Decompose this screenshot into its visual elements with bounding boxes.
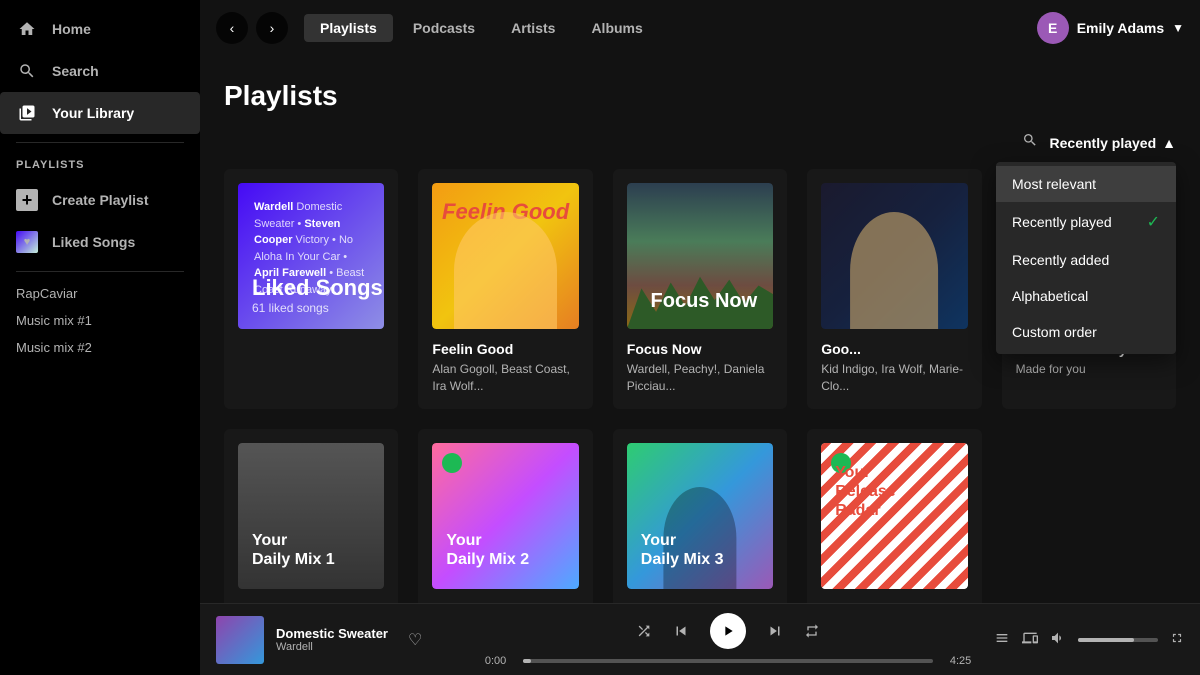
volume-button[interactable]	[1050, 630, 1066, 650]
sidebar-playlist-musicmix1[interactable]: Music mix #1	[0, 307, 200, 334]
playlist-card-daily-mix1[interactable]: YourDaily Mix 1 Daily Mix 1 Gene Evaro J…	[224, 429, 398, 603]
sidebar-playlist-musicmix2[interactable]: Music mix #2	[0, 334, 200, 361]
user-name: Emily Adams	[1077, 20, 1164, 36]
search-icon	[16, 60, 38, 82]
dropdown-item-recently-added[interactable]: Recently added	[996, 242, 1176, 278]
heart-icon: ♥	[16, 231, 38, 253]
playlist-card-release-radar[interactable]: YourReleaseRadar Release Radar Made for …	[807, 429, 981, 603]
playlist-card-feelin-good[interactable]: Feelin Good Feelin Good Alan Gogoll, Bea…	[418, 169, 592, 409]
tab-albums[interactable]: Albums	[575, 14, 658, 42]
filter-bar: Recently played ▲ Most relevant Recently…	[224, 132, 1176, 153]
sidebar-item-library[interactable]: Your Library	[0, 92, 200, 134]
daily-mix3-title: Daily Mix 3	[627, 601, 773, 603]
daily-mix3-img-text: YourDaily Mix 3	[641, 531, 724, 569]
nav-tabs: Playlists Podcasts Artists Albums	[304, 14, 659, 42]
daily-mix1-title: Daily Mix 1	[238, 601, 384, 603]
avatar: E	[1037, 12, 1069, 44]
fullscreen-button[interactable]	[1170, 631, 1184, 648]
sidebar-item-home[interactable]: Home	[0, 8, 200, 50]
sidebar-item-search[interactable]: Search	[0, 50, 200, 92]
player-track-name: Domestic Sweater	[276, 626, 388, 641]
library-icon	[16, 102, 38, 124]
like-button[interactable]: ♡	[408, 630, 422, 650]
playlist-card-liked-songs[interactable]: Wardell Domestic Sweater • Steven Cooper…	[224, 169, 398, 409]
discover-weekly-sub: Made for you	[1016, 361, 1162, 378]
user-dropdown-arrow-icon: ▼	[1172, 21, 1184, 35]
volume-fill	[1078, 638, 1134, 642]
progress-total-time: 4:25	[943, 655, 978, 667]
player-right-controls	[978, 630, 1184, 650]
play-button[interactable]	[710, 613, 746, 649]
filter-search-icon[interactable]	[1022, 132, 1038, 153]
playlist-card-daily-mix3[interactable]: YourDaily Mix 3 Daily Mix 3 Marie-Clo, N…	[613, 429, 787, 603]
playlists-section-label: PLAYLISTS	[0, 151, 200, 179]
chevron-up-icon: ▲	[1162, 135, 1176, 151]
playlist-card-daily-mix2[interactable]: YourDaily Mix 2 Daily Mix 2 The Serious …	[418, 429, 592, 603]
home-icon	[16, 18, 38, 40]
playlist-card-good-vibes[interactable]: Goo... Kid Indigo, Ira Wolf, Marie-Clo..…	[807, 169, 981, 409]
progress-fill	[523, 659, 531, 663]
sort-dropdown: Most relevant Recently played ✓ Recently…	[996, 162, 1176, 354]
good-vibes-title: Goo...	[821, 341, 967, 357]
queue-button[interactable]	[994, 630, 1010, 650]
daily-mix1-img-text: YourDaily Mix 1	[252, 531, 335, 569]
back-button[interactable]: ‹	[216, 12, 248, 44]
tab-podcasts[interactable]: Podcasts	[397, 14, 491, 42]
player-track-details: Domestic Sweater Wardell	[276, 626, 388, 653]
person-silhouette	[454, 212, 556, 329]
previous-button[interactable]	[672, 622, 690, 640]
topbar: ‹ › Playlists Podcasts Artists Albums E …	[200, 0, 1200, 56]
good-vibes-person	[850, 212, 938, 329]
devices-button[interactable]	[1022, 630, 1038, 650]
good-vibes-sub: Kid Indigo, Ira Wolf, Marie-Clo...	[821, 361, 967, 395]
release-radar-title: Release Radar	[821, 601, 967, 603]
focus-now-sub: Wardell, Peachy!, Daniela Picciau...	[627, 361, 773, 395]
shuffle-button[interactable]	[636, 623, 652, 639]
check-icon: ✓	[1147, 212, 1160, 232]
tab-artists[interactable]: Artists	[495, 14, 571, 42]
liked-songs-button[interactable]: ♥ Liked Songs	[0, 221, 200, 263]
create-playlist-button[interactable]: + Create Playlist	[0, 179, 200, 221]
focus-now-img-title: Focus Now	[651, 290, 758, 313]
plus-icon: +	[16, 189, 38, 211]
progress-bar[interactable]	[523, 659, 933, 663]
release-radar-img-text: YourReleaseRadar	[835, 463, 896, 521]
tab-playlists[interactable]: Playlists	[304, 14, 393, 42]
user-area[interactable]: E Emily Adams ▼	[1037, 12, 1184, 44]
liked-songs-title: Liked Songs	[252, 275, 383, 301]
progress-current-time: 0:00	[478, 655, 513, 667]
dropdown-item-alphabetical[interactable]: Alphabetical	[996, 278, 1176, 314]
volume-bar[interactable]	[1078, 638, 1158, 642]
feelin-good-title: Feelin Good	[432, 341, 578, 357]
player-bar: Domestic Sweater Wardell ♡	[200, 603, 1200, 675]
sidebar-playlist-rapcaviar[interactable]: RapCaviar	[0, 280, 200, 307]
liked-songs-count: 61 liked songs	[252, 301, 383, 315]
player-track-artist: Wardell	[276, 641, 388, 653]
player-track-image	[216, 616, 264, 664]
focus-now-title: Focus Now	[627, 341, 773, 357]
sort-button[interactable]: Recently played ▲	[1050, 135, 1176, 151]
feelin-good-sub: Alan Gogoll, Beast Coast, Ira Wolf...	[432, 361, 578, 395]
daily-mix2-img-text: YourDaily Mix 2	[446, 531, 529, 569]
player-track-info: Domestic Sweater Wardell ♡	[216, 616, 478, 664]
repeat-button[interactable]	[804, 623, 820, 639]
forward-button[interactable]: ›	[256, 12, 288, 44]
daily-mix2-title: Daily Mix 2	[432, 601, 578, 603]
dropdown-item-recently-played[interactable]: Recently played ✓	[996, 202, 1176, 242]
page-title: Playlists	[224, 80, 1176, 112]
nav-arrows: ‹ ›	[216, 12, 288, 44]
player-progress: 0:00 4:25	[478, 655, 978, 667]
dropdown-item-custom-order[interactable]: Custom order	[996, 314, 1176, 350]
player-buttons	[636, 613, 820, 649]
main-content: Playlists Recently played ▲ Most relevan…	[200, 56, 1200, 603]
dropdown-item-most-relevant[interactable]: Most relevant	[996, 166, 1176, 202]
player-controls: 0:00 4:25	[478, 613, 978, 667]
next-button[interactable]	[766, 622, 784, 640]
spotify-dot2	[442, 453, 462, 473]
sidebar: Home Search Your Library PLAYLISTS + Cre…	[0, 0, 200, 675]
playlist-card-focus-now[interactable]: Focus Now Focus Now Wardell, Peachy!, Da…	[613, 169, 787, 409]
